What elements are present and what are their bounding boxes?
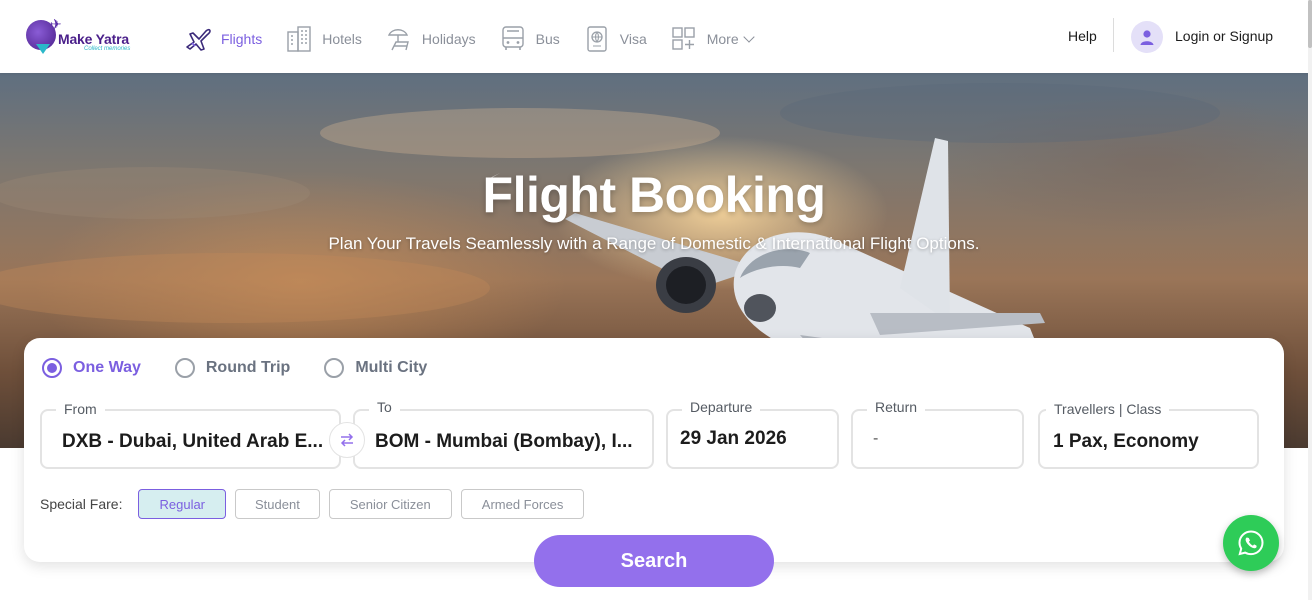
fare-chip-senior-citizen[interactable]: Senior Citizen: [328, 489, 452, 519]
location-pin-icon: [36, 44, 50, 54]
top-header: ✈ Make Yatra Collect memories Flights Ho…: [0, 0, 1312, 73]
trip-type-multi-city[interactable]: Multi City: [324, 358, 427, 378]
beach-chair-icon: [384, 24, 414, 54]
nav-label: Bus: [535, 31, 560, 47]
fare-chip-armed-forces[interactable]: Armed Forces: [460, 489, 585, 519]
user-avatar-icon[interactable]: [1131, 21, 1163, 53]
from-field[interactable]: From DXB - Dubai, United Arab E...: [40, 401, 341, 469]
return-field[interactable]: Return -: [851, 399, 1024, 469]
to-value: BOM - Mumbai (Bombay), I...: [375, 431, 633, 452]
whatsapp-icon: [1238, 530, 1264, 556]
to-field[interactable]: To BOM - Mumbai (Bombay), I...: [353, 399, 654, 469]
main-nav: Flights Hotels Holidays Bus Visa More: [183, 22, 775, 56]
special-fare-options: Special Fare: Regular Student Senior Cit…: [40, 489, 593, 519]
nav-label: Holidays: [421, 31, 476, 47]
nav-item-visa[interactable]: Visa: [582, 24, 647, 54]
return-value: -: [873, 430, 879, 447]
trip-type-label: One Way: [73, 359, 141, 376]
travellers-class-value: 1 Pax, Economy: [1053, 431, 1199, 452]
departure-label: Departure: [682, 399, 761, 415]
passport-icon: [582, 24, 612, 54]
departure-field[interactable]: Departure 29 Jan 2026: [666, 399, 839, 469]
header-divider: [1113, 18, 1114, 52]
nav-item-more[interactable]: More: [669, 24, 755, 54]
travellers-class-label: Travellers | Class: [1046, 401, 1170, 417]
nav-label: Flights: [221, 31, 263, 47]
nav-item-bus[interactable]: Bus: [498, 24, 560, 54]
trip-type-label: Round Trip: [205, 359, 291, 376]
fare-chip-student[interactable]: Student: [235, 489, 320, 519]
nav-label: More: [706, 31, 739, 47]
flight-search-card: One Way Round Trip Multi City From DXB -…: [24, 338, 1284, 587]
from-label: From: [56, 401, 105, 417]
nav-label: Visa: [619, 31, 647, 47]
trip-type-selector: One Way Round Trip Multi City: [42, 358, 461, 378]
airplane-icon: [183, 24, 213, 54]
bus-icon: [498, 24, 528, 54]
chevron-down-icon: [742, 31, 755, 43]
to-label: To: [369, 399, 400, 415]
fare-chip-regular[interactable]: Regular: [138, 489, 227, 519]
scrollbar-thumb[interactable]: [1308, 0, 1312, 48]
search-button[interactable]: Search: [534, 535, 774, 587]
departure-value: 29 Jan 2026: [680, 428, 787, 449]
trip-type-one-way[interactable]: One Way: [42, 358, 141, 378]
hotel-building-icon: [284, 24, 314, 54]
whatsapp-chat-button[interactable]: [1223, 515, 1279, 571]
trip-type-label: Multi City: [355, 359, 428, 376]
swap-cities-button[interactable]: [329, 422, 365, 458]
nav-label: Hotels: [322, 31, 362, 47]
help-link[interactable]: Help: [1068, 28, 1097, 44]
swap-arrows-icon: [340, 433, 354, 447]
hero-subtitle: Plan Your Travels Seamlessly with a Rang…: [328, 234, 980, 253]
trip-type-round-trip[interactable]: Round Trip: [174, 358, 291, 378]
nav-item-hotels[interactable]: Hotels: [284, 24, 362, 54]
login-signup-link[interactable]: Login or Signup: [1175, 28, 1273, 44]
radio-button[interactable]: [324, 358, 345, 378]
brand-tagline: Collect memories: [84, 46, 131, 52]
nav-item-holidays[interactable]: Holidays: [384, 24, 476, 54]
nav-item-flights[interactable]: Flights: [183, 24, 262, 54]
grid-plus-icon: [669, 24, 699, 54]
make-yatra-logo[interactable]: ✈ Make Yatra Collect memories: [24, 16, 146, 56]
return-label: Return: [867, 399, 926, 415]
radio-button[interactable]: [174, 358, 195, 378]
special-fare-label: Special Fare:: [40, 496, 123, 512]
radio-button[interactable]: [42, 358, 62, 378]
hero-title: Flight Booking: [482, 167, 826, 223]
from-value: DXB - Dubai, United Arab E...: [62, 431, 324, 452]
page-scrollbar[interactable]: [1308, 0, 1312, 600]
brand-name: Make Yatra: [58, 31, 129, 47]
travellers-class-field[interactable]: Travellers | Class 1 Pax, Economy: [1038, 401, 1259, 469]
